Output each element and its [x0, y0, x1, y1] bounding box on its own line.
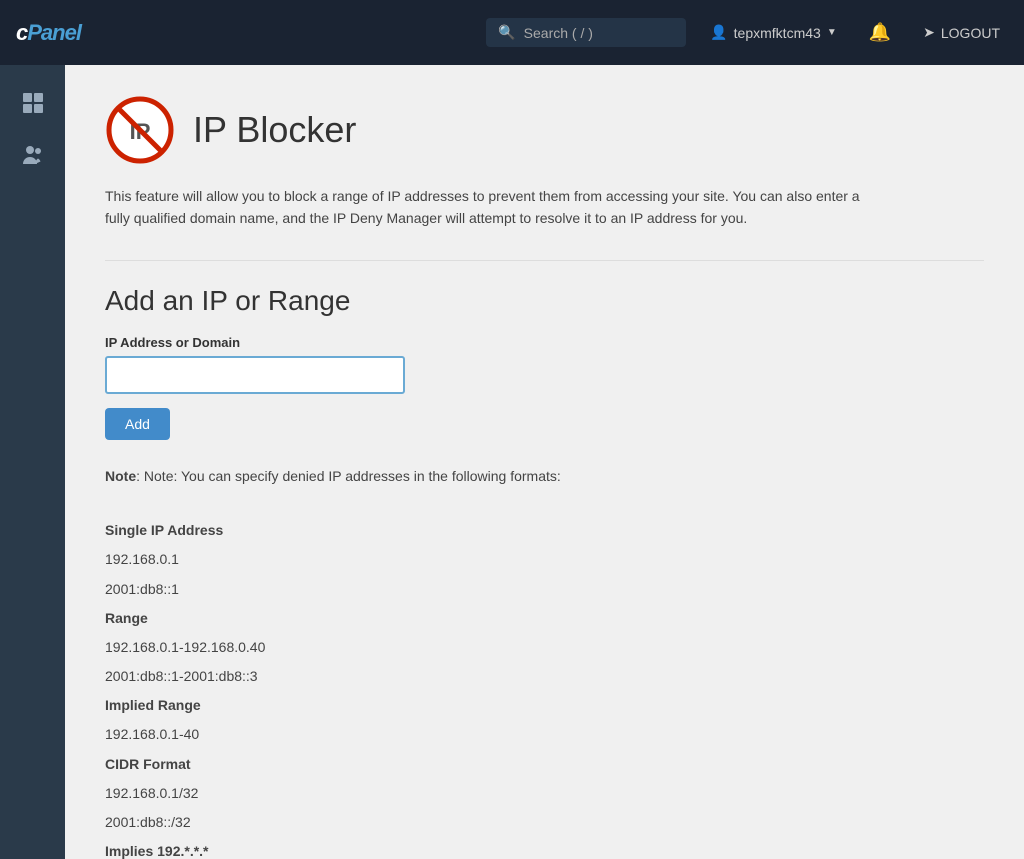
layout: IP IP Blocker This feature will allow yo…	[0, 65, 1024, 859]
add-button[interactable]: Add	[105, 408, 170, 440]
cidr-1: 192.168.0.1/32	[105, 781, 984, 806]
divider	[105, 260, 984, 261]
logout-label: LOGOUT	[941, 25, 1000, 41]
section-title: Add an IP or Range	[105, 285, 984, 317]
single-ip-2: 2001:db8::1	[105, 577, 984, 602]
sidebar-item-home[interactable]	[11, 81, 55, 125]
implies-label: Implies 192.*.*.*	[105, 839, 984, 859]
page-description: This feature will allow you to block a r…	[105, 185, 885, 230]
search-bar[interactable]: 🔍 Search ( / )	[486, 18, 686, 47]
range-1: 192.168.0.1-192.168.0.40	[105, 635, 984, 660]
page-header: IP IP Blocker	[105, 95, 984, 165]
ip-label: IP Address or Domain	[105, 335, 984, 350]
cidr-label: CIDR Format	[105, 752, 984, 777]
ip-blocker-icon: IP	[105, 95, 175, 165]
sidebar	[0, 65, 65, 859]
notes-block: Note: Note: You can specify denied IP ad…	[105, 464, 984, 859]
username: tepxmfktcm43	[734, 25, 821, 41]
user-icon: 👤	[710, 24, 727, 41]
user-menu[interactable]: 👤 tepxmfktcm43 ▼	[702, 24, 844, 41]
range-label: Range	[105, 606, 984, 631]
logout-button[interactable]: ➤ LOGOUT	[915, 24, 1008, 41]
notifications-bell[interactable]: 🔔	[861, 22, 899, 43]
users-icon	[21, 143, 45, 167]
page-title: IP Blocker	[193, 109, 356, 151]
sidebar-item-users[interactable]	[11, 133, 55, 177]
page-icon: IP	[105, 95, 175, 165]
logo[interactable]: cPanel	[16, 20, 81, 46]
header: cPanel 🔍 Search ( / ) 👤 tepxmfktcm43 ▼ 🔔…	[0, 0, 1024, 65]
chevron-down-icon: ▼	[827, 27, 837, 38]
single-ip-1: 192.168.0.1	[105, 547, 984, 572]
grid-icon	[21, 91, 45, 115]
main-content: IP IP Blocker This feature will allow yo…	[65, 65, 1024, 859]
cidr-2: 2001:db8::/32	[105, 810, 984, 835]
note-intro: Note: Note: You can specify denied IP ad…	[105, 464, 984, 489]
implied-1: 192.168.0.1-40	[105, 722, 984, 747]
range-2: 2001:db8::1-2001:db8::3	[105, 664, 984, 689]
single-ip-label: Single IP Address	[105, 518, 984, 543]
ip-input[interactable]	[105, 356, 405, 394]
implied-label: Implied Range	[105, 693, 984, 718]
search-placeholder: Search ( / )	[524, 25, 593, 41]
search-icon: 🔍	[498, 24, 515, 41]
logout-icon: ➤	[923, 24, 935, 41]
